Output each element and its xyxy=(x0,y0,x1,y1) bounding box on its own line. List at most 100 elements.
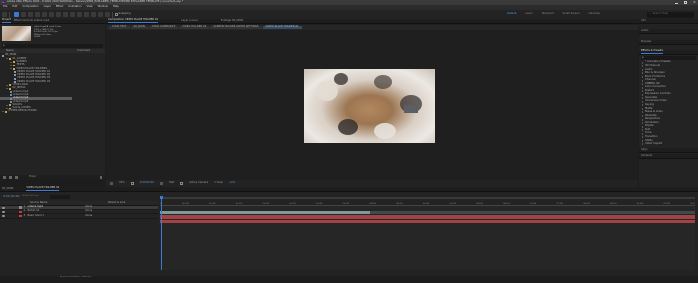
breadcrumb-item[interactable]: YOUR TEXT xyxy=(109,25,130,30)
layer-label-color[interactable] xyxy=(19,206,22,209)
column-comment[interactable]: Comment xyxy=(77,49,90,53)
menu-composition[interactable]: Composition xyxy=(22,6,38,9)
column-name[interactable]: Name xyxy=(6,49,14,53)
expand-arrow-icon[interactable] xyxy=(6,58,8,60)
breadcrumb-item[interactable]: YOUR COMPOSITE xyxy=(148,25,179,30)
track-basic-solid[interactable] xyxy=(160,219,695,223)
breadcrumb-item[interactable]: VIDEO HOLDER 02 xyxy=(179,25,210,30)
puppet-tool-icon[interactable] xyxy=(105,12,110,17)
minimize-icon[interactable] xyxy=(675,1,678,4)
project-search-field[interactable]: ρ xyxy=(2,44,103,48)
breadcrumb-item[interactable]: SCREEN HOLDER DRYER SETTINGS xyxy=(210,25,262,30)
menu-animation[interactable]: Animation xyxy=(68,6,81,9)
libraries-header[interactable]: Libraries xyxy=(639,154,698,160)
safe-zones-icon[interactable] xyxy=(130,182,134,185)
menu-effect[interactable]: Effect xyxy=(56,6,63,9)
expand-arrow-icon[interactable] xyxy=(10,68,12,70)
zoom-tool-icon[interactable] xyxy=(28,12,33,17)
view-select[interactable]: 1 View xyxy=(214,182,223,185)
tab-effect-controls[interactable]: Effect Controls video1.mp4 xyxy=(14,19,49,23)
snapshot-icon[interactable] xyxy=(159,182,163,185)
track-basic-s1[interactable] xyxy=(160,215,695,219)
exposure-value[interactable]: +0.0 xyxy=(229,182,235,185)
workspace-learn[interactable]: Learn xyxy=(525,12,532,16)
close-icon[interactable]: × xyxy=(693,0,696,4)
expand-arrow-icon[interactable] xyxy=(6,84,8,86)
breadcrumb-item[interactable]: 00_MAIN xyxy=(130,25,148,30)
timeline-search-field[interactable] xyxy=(49,194,70,199)
menu-edit[interactable]: Edit xyxy=(12,6,17,9)
trash-icon[interactable] xyxy=(99,176,102,179)
workspace-libraries[interactable]: Libraries xyxy=(589,12,600,16)
menu-view[interactable]: View xyxy=(87,6,93,9)
expand-arrow-icon[interactable] xyxy=(10,61,12,63)
composition-viewer[interactable] xyxy=(163,40,635,176)
zoom-level[interactable]: 33% xyxy=(119,182,125,185)
visibility-eye-icon[interactable] xyxy=(2,214,5,217)
type-tool-icon[interactable] xyxy=(70,12,75,17)
roi-icon[interactable] xyxy=(180,182,184,185)
new-composition-icon[interactable] xyxy=(15,176,18,179)
playhead-handle-icon[interactable] xyxy=(159,196,163,199)
menu-layer[interactable]: Layer xyxy=(44,6,51,9)
selection-tool-icon[interactable] xyxy=(14,12,19,17)
layer-name[interactable]: Basic Solid 1 xyxy=(28,214,86,218)
breadcrumb-item[interactable]: VIDEO PLACE HOLDER 01 xyxy=(262,25,302,30)
visibility-eye-icon[interactable] xyxy=(2,210,5,213)
home-icon[interactable] xyxy=(2,12,7,17)
maximize-icon[interactable] xyxy=(684,1,687,4)
brush-tool-icon[interactable] xyxy=(77,12,82,17)
tab-timeline-2[interactable]: VIDEO PLACE HOLDER 01 xyxy=(26,187,60,191)
playhead[interactable] xyxy=(161,197,162,270)
effects-presets-header[interactable]: Effects & Presets xyxy=(639,50,698,55)
layer-label-color[interactable] xyxy=(19,210,22,214)
always-preview-icon[interactable] xyxy=(110,182,113,185)
expand-arrow-icon[interactable] xyxy=(6,88,8,90)
bpc-label[interactable]: 8 bpc xyxy=(29,176,36,179)
align-header[interactable]: Align xyxy=(639,148,698,154)
track-video1-tail[interactable] xyxy=(370,211,695,215)
pen-tool-icon[interactable] xyxy=(63,12,68,17)
tab-layer[interactable]: Layer (none) xyxy=(181,19,198,23)
workspace-small-screen[interactable]: Small Screen xyxy=(563,12,580,16)
viewer-timecode[interactable]: 0;00;00;00 xyxy=(140,182,154,185)
menu-window[interactable]: Window xyxy=(98,6,108,9)
eraser-tool-icon[interactable] xyxy=(91,12,96,17)
pan-behind-tool-icon[interactable] xyxy=(49,12,54,17)
rotate-tool-icon[interactable] xyxy=(35,12,40,17)
work-area-bar[interactable] xyxy=(160,197,695,199)
camera-select[interactable]: Active Camera xyxy=(189,182,208,185)
source-name-header[interactable]: Source Name xyxy=(30,201,108,205)
expand-arrow-icon[interactable] xyxy=(10,65,12,67)
layer-label-color[interactable] xyxy=(19,214,22,218)
parent-select[interactable]: None xyxy=(86,214,93,218)
clone-tool-icon[interactable] xyxy=(84,12,89,17)
parent-select[interactable]: None xyxy=(86,210,93,213)
expand-arrow-icon[interactable] xyxy=(2,111,4,113)
search-help-field[interactable]: ⌕ Search Help xyxy=(647,11,694,18)
workspace-default[interactable]: Default xyxy=(507,12,516,16)
menu-help[interactable]: Help xyxy=(113,6,119,9)
visibility-eye-icon[interactable] xyxy=(2,206,5,209)
layer-name[interactable]: BASIC S1 xyxy=(28,210,86,213)
track-video1[interactable] xyxy=(160,211,370,215)
expand-arrow-icon[interactable] xyxy=(6,104,8,106)
menu-file[interactable]: File xyxy=(3,6,7,9)
tab-footage[interactable]: Footage 00_MAIN xyxy=(221,19,244,23)
interpret-footage-icon[interactable] xyxy=(3,176,6,179)
camera-tool-icon[interactable] xyxy=(42,12,47,17)
workspace-standard[interactable]: Standard xyxy=(542,12,554,16)
snapping-checkbox[interactable] xyxy=(115,13,118,16)
new-folder-icon[interactable] xyxy=(9,176,12,179)
project-item[interactable]: OTHER RESOLUTIONS xyxy=(0,110,105,113)
parent-link-header[interactable]: Parent & Link xyxy=(108,201,125,205)
effects-category[interactable]: Video Copilot xyxy=(639,142,698,147)
tab-project[interactable]: Project xyxy=(2,19,11,23)
tab-timeline-1[interactable]: 00_MAIN xyxy=(2,187,13,191)
video-frame[interactable] xyxy=(304,69,435,143)
resolution-select[interactable]: Half xyxy=(169,182,174,185)
table-row[interactable]: 3 Basic Solid 1 None xyxy=(0,214,158,219)
roto-tool-icon[interactable] xyxy=(98,12,103,17)
tab-composition[interactable]: Composition VIDEO PLACE HOLDER 01 xyxy=(108,19,159,23)
timeline-timecode[interactable]: 0;00;00;00 xyxy=(3,195,19,198)
